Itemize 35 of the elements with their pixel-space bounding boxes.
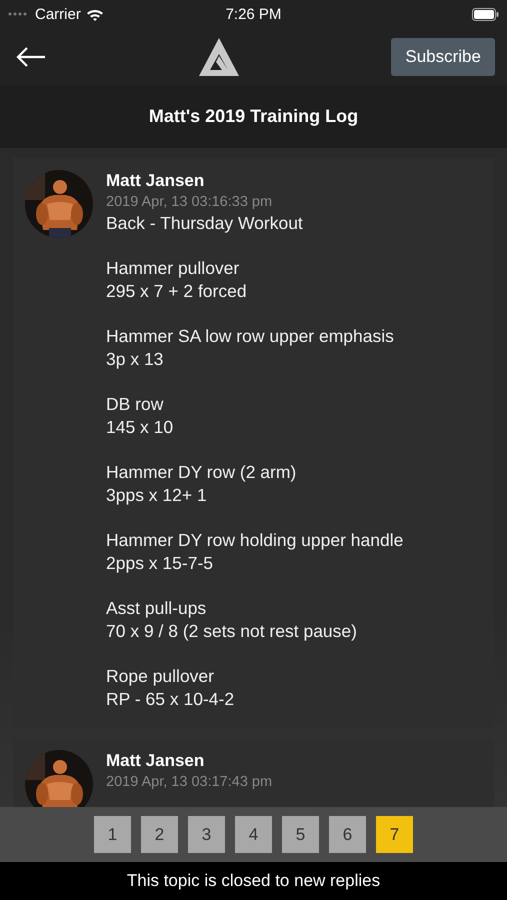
logo-icon bbox=[198, 36, 240, 78]
exercise-name: Hammer DY row (2 arm) bbox=[106, 460, 298, 484]
exercise-sets: 3pps x 12+ 1 bbox=[106, 484, 208, 507]
page-button[interactable]: 5 bbox=[282, 816, 319, 853]
author-name[interactable]: Matt Jansen bbox=[106, 750, 272, 772]
exercise-sets: 295 x 7 + 2 forced bbox=[106, 280, 248, 303]
page-button[interactable]: 2 bbox=[141, 816, 178, 853]
exercise-name: Hammer SA low row upper emphasis bbox=[106, 324, 395, 348]
exercise-sets: 3p x 13 bbox=[106, 348, 164, 371]
page-button[interactable]: 6 bbox=[329, 816, 366, 853]
exercise-sets: 70 x 9 / 8 (2 sets not rest pause) bbox=[106, 620, 358, 643]
page-button[interactable]: 7 bbox=[376, 816, 413, 853]
exercise-sets: RP - 65 x 10-4-2 bbox=[106, 688, 236, 711]
exercise-name: Hammer pullover bbox=[106, 256, 240, 280]
post-date: 2019 Apr, 13 03:17:43 pm bbox=[106, 772, 272, 792]
back-arrow-icon[interactable] bbox=[16, 46, 46, 68]
battery-icon bbox=[472, 8, 499, 20]
author-name[interactable]: Matt Jansen bbox=[106, 170, 404, 192]
post-heading: Back - Thursday Workout bbox=[106, 212, 304, 235]
exercise-sets: 145 x 10 bbox=[106, 416, 174, 439]
post-date: 2019 Apr, 13 03:16:33 pm bbox=[106, 193, 274, 212]
page-button[interactable]: 3 bbox=[188, 816, 225, 853]
exercise-name: Hammer DY row holding upper handle bbox=[106, 528, 404, 552]
wifi-icon bbox=[86, 8, 104, 20]
exercise-name: DB row bbox=[106, 392, 164, 416]
carrier-name: Carrier bbox=[35, 6, 81, 22]
exercise-name: Rope pullover bbox=[106, 664, 215, 688]
exercise-sets: 2pps x 15-7-5 bbox=[106, 552, 214, 575]
exercise-name: Asst pull-ups bbox=[106, 596, 208, 620]
page-button[interactable]: 1 bbox=[94, 816, 131, 853]
subscribe-button[interactable]: Subscribe bbox=[391, 38, 495, 76]
topic-title: Matt's 2019 Training Log bbox=[148, 106, 358, 127]
closed-notice: This topic is closed to new replies bbox=[126, 871, 380, 891]
status-time: 7:26 PM bbox=[224, 6, 282, 22]
page-button[interactable]: 4 bbox=[235, 816, 272, 853]
